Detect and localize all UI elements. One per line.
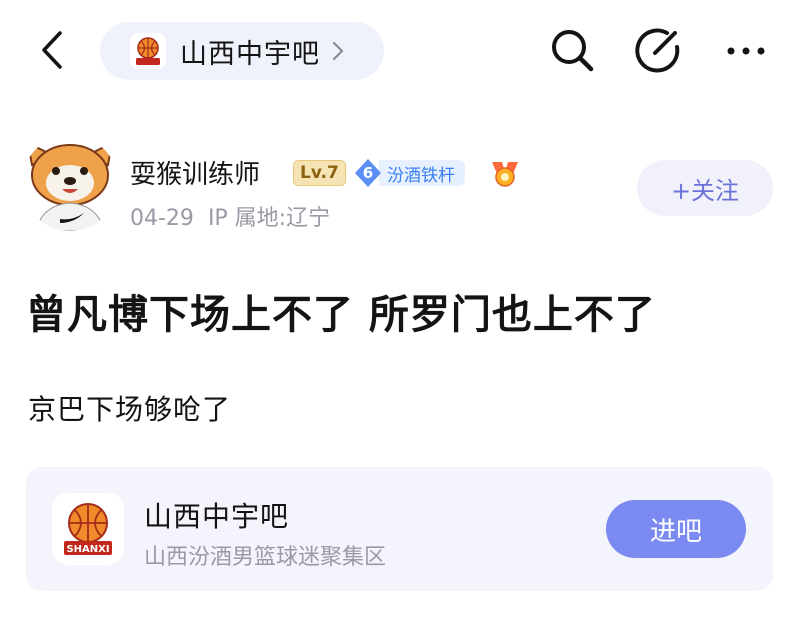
more-button[interactable]: [720, 24, 772, 76]
edit-icon: [635, 28, 680, 73]
back-arrow-icon: [42, 31, 62, 69]
medal-icon: [492, 162, 518, 187]
forum-logo: SHANXI: [52, 493, 124, 565]
search-button[interactable]: [546, 24, 598, 76]
card-forum-description: 山西汾酒男篮球迷聚集区: [144, 545, 387, 570]
enter-forum-button[interactable]: 进吧: [606, 500, 746, 558]
ip-location: IP 属地:辽宁: [207, 206, 331, 231]
card-forum-name: 山西中宇吧: [144, 500, 290, 533]
follow-button[interactable]: +关注: [637, 160, 773, 216]
search-icon: [552, 30, 594, 72]
level-badge: Lv.7: [293, 160, 346, 186]
back-button[interactable]: [32, 28, 72, 72]
edit-button[interactable]: [632, 24, 684, 76]
post-title: 曾凡博下场上不了 所罗门也上不了: [26, 292, 656, 338]
avatar[interactable]: [22, 135, 118, 231]
top-bar: 山西中宇吧: [0, 0, 800, 100]
rank-badge: 6 汾酒铁杆: [353, 158, 465, 188]
forum-name: 山西中宇吧: [180, 38, 320, 70]
post-date: 04-29: [130, 206, 194, 231]
post-meta: 04-29 IP 属地:辽宁: [130, 200, 330, 232]
post-body: 京巴下场够呛了: [28, 393, 232, 426]
forum-logo-small: [130, 33, 166, 69]
forum-pill[interactable]: 山西中宇吧: [100, 22, 384, 80]
more-icon: [727, 47, 765, 55]
rank-title: 汾酒铁杆: [379, 160, 465, 186]
forum-card[interactable]: SHANXI 山西中宇吧 山西汾酒男篮球迷聚集区 进吧: [26, 467, 773, 591]
chevron-right-icon: [332, 41, 344, 61]
logo-text: SHANXI: [66, 544, 109, 555]
author-name[interactable]: 耍猴训练师: [130, 154, 260, 191]
rank-number: 6: [362, 164, 374, 182]
